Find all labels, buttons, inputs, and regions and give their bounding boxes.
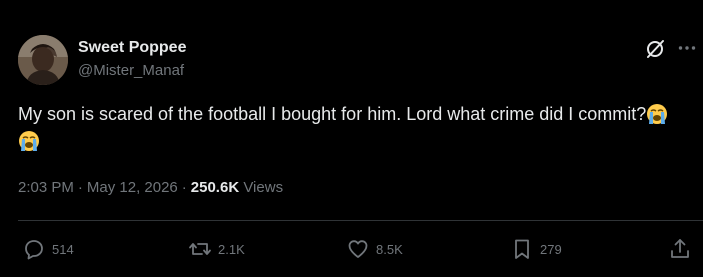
repost-icon (189, 243, 211, 255)
views-count: 250.6K (190, 179, 240, 196)
more-icon[interactable] (676, 37, 698, 59)
author-name[interactable]: Sweet Poppee (78, 38, 186, 57)
repost-button[interactable]: 2.1K (188, 236, 245, 262)
reply-icon (25, 240, 43, 260)
reply-button[interactable]: 514 (22, 236, 74, 262)
grok-icon[interactable] (644, 38, 666, 60)
divider (18, 220, 703, 221)
loudly-crying-face-icon (18, 130, 40, 152)
meta-separator: · (181, 179, 187, 196)
tweet-text: My son is scared of the football I bough… (18, 101, 688, 155)
share-icon (671, 239, 689, 258)
tweet-time[interactable]: 2:03 PM (18, 179, 74, 196)
avatar[interactable] (18, 35, 68, 85)
share-button[interactable] (668, 236, 692, 262)
reply-count: 514 (52, 241, 74, 257)
bookmark-count: 279 (540, 241, 562, 257)
avatar-photo (18, 35, 68, 85)
loudly-crying-face-icon (646, 103, 668, 125)
repost-count: 2.1K (218, 241, 245, 257)
bookmark-icon (515, 239, 529, 259)
tweet-date[interactable]: May 12, 2026 (87, 179, 178, 196)
like-count: 8.5K (376, 241, 403, 257)
like-button[interactable]: 8.5K (346, 236, 403, 262)
tweet-card: Sweet Poppee @Mister_Manaf My son is sca… (0, 0, 703, 277)
author-handle[interactable]: @Mister_Manaf (78, 61, 184, 80)
views-label: Views (243, 179, 284, 196)
bookmark-button[interactable]: 279 (510, 236, 562, 262)
meta-separator: · (77, 179, 83, 196)
tweet-body: My son is scared of the football I bough… (18, 104, 647, 124)
like-icon (348, 240, 368, 258)
tweet-meta: 2:03 PM · May 12, 2026 · 250.6K Views (18, 178, 283, 198)
